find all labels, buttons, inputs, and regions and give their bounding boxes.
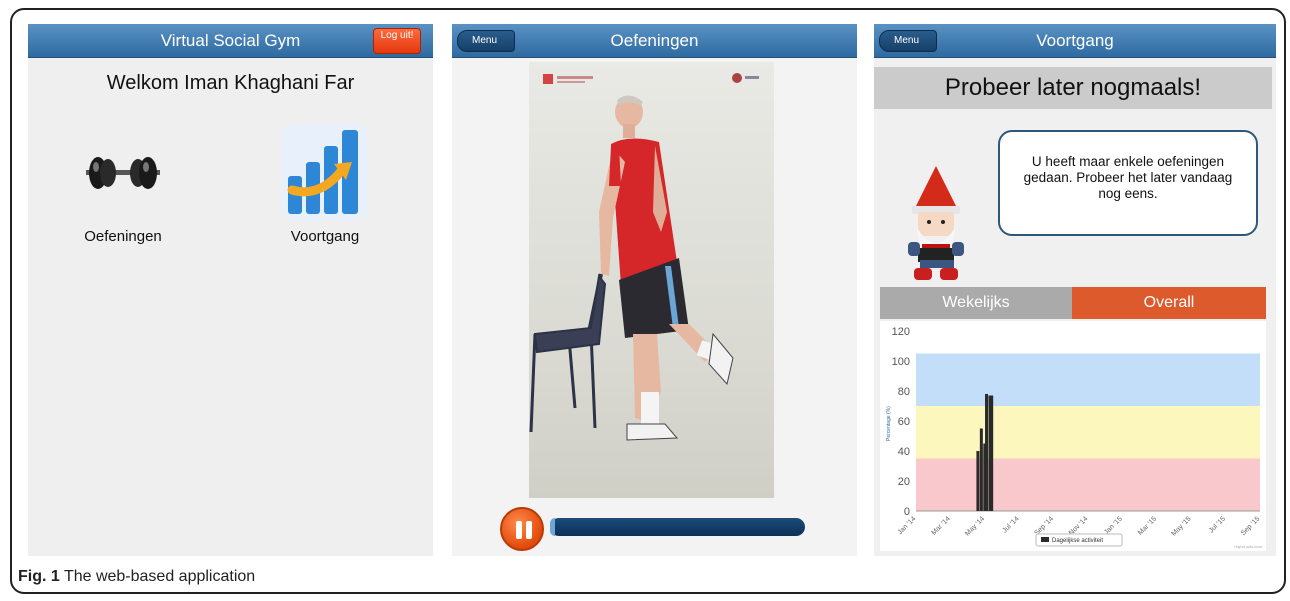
logout-button[interactable]: Log uit! [373, 28, 421, 54]
y-tick-label: 80 [898, 386, 910, 398]
x-tick-label: Jan '14 [897, 515, 918, 536]
exercises-screen: Menu Oefeningen [452, 24, 857, 556]
progress-chart-icon [282, 124, 368, 220]
exercise-video[interactable] [529, 62, 774, 498]
x-tick-label: Jan '15 [1103, 515, 1124, 536]
activity-chart: 0 20 40 60 80 100 120 Percentage (%) Jan '14 Mar … [880, 321, 1266, 551]
video-logo-left [543, 74, 593, 84]
welcome-text: Welkom Iman Khaghani Far [106, 72, 355, 94]
x-tick-label: Jul '14 [1002, 515, 1021, 534]
tab-overall[interactable]: Overall [1072, 287, 1266, 319]
x-tick-label: Mar '15 [1137, 515, 1158, 536]
tile-label-progress: Voortgang [290, 228, 360, 245]
x-tick-label: May '15 [1170, 515, 1192, 537]
y-tick-label: 60 [898, 416, 910, 428]
chart-band-2 [916, 353, 1260, 406]
y-axis-label: Percentage (%) [886, 406, 892, 441]
x-tick-label: Mar '14 [931, 515, 952, 536]
x-tick-label: May '14 [964, 515, 986, 537]
exercise-video-frame [529, 73, 759, 441]
home-screen: Virtual Social Gym Log uit! Welkom Iman … [28, 24, 433, 556]
legend-label: Dagelijkse activiteit [1052, 538, 1103, 544]
chart-credit: Highcharts.com [1234, 544, 1262, 549]
y-tick-label: 20 [898, 476, 910, 488]
video-logo-right [732, 73, 759, 83]
chart-bar [990, 395, 994, 511]
progress-screen: Menu Voortgang Probeer later nogmaals! U… [874, 24, 1276, 556]
y-tick-label: 120 [892, 326, 910, 338]
gnome-mascot-icon [908, 166, 964, 280]
speech-bubble-text: U heeft maar enkele oefeningen gedaan. P… [1023, 154, 1233, 201]
video-progress-bar[interactable] [550, 518, 805, 536]
exercises-navbar: Menu Oefeningen [452, 24, 857, 58]
chart-band-1 [916, 406, 1260, 459]
figure-caption-text: The web-based application [63, 568, 256, 585]
dumbbell-icon [86, 157, 160, 189]
speech-bubble: U heeft maar enkele oefeningen gedaan. P… [998, 130, 1258, 236]
home-navbar: Virtual Social Gym Log uit! [28, 24, 433, 58]
progress-navbar: Menu Voortgang [874, 24, 1276, 58]
chart-bar [985, 394, 989, 511]
progress-title: Voortgang [1036, 31, 1114, 50]
x-tick-label: Sep '15 [1240, 515, 1262, 537]
chart-bar [979, 428, 983, 511]
figure-label: Fig. 1 [18, 568, 60, 585]
legend-swatch [1041, 537, 1049, 542]
y-tick-label: 100 [892, 356, 910, 368]
chair-illustration [529, 273, 607, 433]
chart-bar [976, 451, 980, 511]
exercises-title: Oefeningen [610, 31, 699, 50]
y-tick-label: 0 [904, 506, 910, 518]
activity-chart-svg: 0 20 40 60 80 100 120 Percentage (%) Jan '14 Mar … [886, 326, 1263, 549]
figure-caption: Fig. 1 The web-based application [18, 568, 255, 586]
tile-label-exercises: Oefeningen [84, 228, 162, 245]
x-tick-label: Jul '15 [1208, 515, 1227, 534]
chart-band-0 [916, 458, 1260, 511]
feedback-banner: Probeer later nogmaals! [874, 67, 1272, 109]
tab-weekly[interactable]: Wekelijks [880, 287, 1072, 319]
pause-bar-left [516, 521, 522, 539]
y-tick-label: 40 [898, 446, 910, 458]
pause-button[interactable] [500, 507, 544, 551]
person-illustration [599, 95, 734, 441]
pause-bar-right [526, 521, 532, 539]
video-progress-fill [550, 518, 556, 536]
